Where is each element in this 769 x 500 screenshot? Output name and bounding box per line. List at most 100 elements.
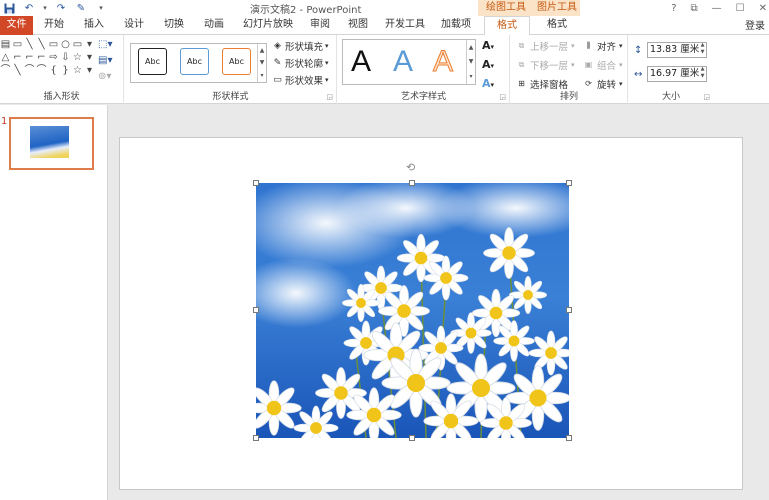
wordart-preset-black[interactable]: A (351, 44, 371, 80)
shape-style-preset-1[interactable]: Abc (138, 48, 167, 75)
resize-handle-bottom[interactable] (409, 435, 415, 441)
oval-shape-icon[interactable]: ○ (60, 39, 71, 51)
wordart-preset-orange[interactable]: A (432, 44, 453, 80)
window-controls: ? ⧉ — ☐ ✕ (671, 0, 767, 16)
resize-handle-bottom-right[interactable] (566, 435, 572, 441)
gallery-more-icon[interactable]: ▾ (469, 73, 472, 80)
group-button[interactable]: ▣ 组合 ▾ (583, 58, 623, 72)
textbox-icon[interactable]: ▤▾ (98, 55, 112, 66)
rect-shape-icon[interactable]: ▭ (12, 39, 23, 51)
gallery-more-icon[interactable]: ▾ (260, 72, 263, 79)
line-shape-icon[interactable]: ╲ (24, 39, 35, 51)
freeform-shape-icon[interactable]: ╲ (12, 65, 23, 77)
text-outline-icon[interactable]: A▾ (482, 58, 494, 71)
rounded-rect-shape-icon[interactable]: ▭ (72, 39, 83, 51)
shape-fill-button[interactable]: ◈ 形状填充 ▾ (272, 39, 329, 54)
chevron-down-icon: ▾ (325, 59, 329, 67)
arrow-line-shape-icon[interactable]: ╲ (36, 39, 47, 51)
pen-icon[interactable]: ✎ (74, 1, 88, 15)
triangle-shape-icon[interactable]: △ (0, 52, 11, 64)
chevron-down-icon: ▾ (325, 42, 329, 50)
send-backward-button[interactable]: ⧉ 下移一层 ▾ (516, 58, 575, 72)
chevron-up-icon[interactable]: ▲ (698, 42, 707, 49)
chevron-up-icon[interactable]: ▲ (698, 66, 707, 73)
undo-dropdown-icon[interactable]: ▾ (42, 1, 48, 15)
wave-shape-icon[interactable]: ⌒ (36, 65, 47, 77)
rotate-handle-icon[interactable]: ⟲ (406, 161, 415, 174)
tab-addins[interactable]: 加载项 (436, 16, 476, 35)
chevron-down-icon[interactable]: ▼ (698, 49, 707, 56)
ribbon-display-icon[interactable]: ⧉ (691, 3, 698, 14)
resize-handle-top[interactable] (409, 180, 415, 186)
dialog-launcher-icon[interactable]: ◲ (499, 93, 506, 101)
tab-format-picture[interactable]: 格式 (534, 16, 580, 35)
elbow-arrow-shape-icon[interactable]: ⌐ (24, 52, 35, 64)
customize-icon[interactable]: ▾ (94, 1, 108, 15)
daisy-picture[interactable] (256, 183, 569, 438)
arc-shape-icon[interactable]: ⌒ (24, 65, 35, 77)
tab-animations[interactable]: 动画 (196, 16, 232, 35)
save-icon[interactable] (2, 1, 16, 15)
textbox-shape-icon[interactable]: ▤ (0, 39, 11, 51)
height-spinner[interactable]: ▲ ▼ (698, 42, 707, 56)
resize-handle-bottom-left[interactable] (253, 435, 259, 441)
connector-shape-icon[interactable]: ⌐ (36, 52, 47, 64)
dialog-launcher-icon[interactable]: ◲ (703, 93, 710, 101)
right-arrow-shape-icon[interactable]: ⇨ (48, 52, 59, 64)
curve-shape-icon[interactable]: ⌒ (0, 65, 11, 77)
right-brace-shape-icon[interactable]: } (60, 65, 71, 77)
text-fill-icon[interactable]: A▾ (482, 39, 494, 52)
tab-home[interactable]: 开始 (36, 16, 72, 35)
shapes-more-icon[interactable]: ▾ (84, 65, 95, 77)
wordart-scroll[interactable]: ▲ ▼ ▾ (466, 40, 475, 84)
align-button[interactable]: ⫼ 对齐 ▾ (583, 39, 623, 53)
resize-handle-top-right[interactable] (566, 180, 572, 186)
tab-review[interactable]: 审阅 (302, 16, 338, 35)
shape-effects-button[interactable]: ▭ 形状效果 ▾ (272, 73, 328, 88)
login-link[interactable]: 登录 (745, 17, 765, 32)
merge-shapes-icon[interactable]: ⊚▾ (98, 71, 112, 82)
chevron-down-icon[interactable]: ▼ (260, 59, 265, 66)
size-label: 大小 (661, 92, 680, 102)
shapes-scroll-down-icon[interactable]: ▾ (84, 52, 95, 64)
dialog-launcher-icon[interactable]: ◲ (326, 93, 333, 101)
close-icon[interactable]: ✕ (759, 3, 767, 14)
tab-format-drawing[interactable]: 格式 (484, 16, 530, 36)
tab-file[interactable]: 文件 (0, 16, 33, 35)
redo-icon[interactable]: ↷ (54, 1, 68, 15)
slide-thumbnail[interactable] (9, 117, 94, 170)
star-outline-shape-icon[interactable]: ☆ (72, 65, 83, 77)
resize-handle-right[interactable] (566, 307, 572, 313)
slide[interactable]: ⟲ (119, 137, 743, 490)
width-spinner[interactable]: ▲ ▼ (698, 66, 707, 80)
tab-view[interactable]: 视图 (340, 16, 376, 35)
left-brace-shape-icon[interactable]: { (48, 65, 59, 77)
edit-shape-icon[interactable]: ⬚▾ (98, 39, 112, 50)
chevron-up-icon[interactable]: ▲ (469, 44, 474, 51)
maximize-icon[interactable]: ☐ (736, 3, 745, 14)
undo-icon[interactable]: ↶ (22, 1, 36, 15)
tab-insert[interactable]: 插入 (76, 16, 112, 35)
star-shape-icon[interactable]: ☆ (72, 52, 83, 64)
wordart-preset-blue[interactable]: A (393, 44, 413, 80)
rectangle-shape-icon[interactable]: ▭ (48, 39, 59, 51)
help-icon[interactable]: ? (671, 3, 676, 14)
chevron-down-icon[interactable]: ▼ (469, 58, 474, 65)
shape-outline-button[interactable]: ✎ 形状轮廓 ▾ (272, 56, 329, 71)
tab-slideshow[interactable]: 幻灯片放映 (238, 16, 298, 35)
chevron-up-icon[interactable]: ▲ (260, 47, 265, 54)
shape-style-preset-3[interactable]: Abc (222, 48, 251, 75)
shape-styles-scroll[interactable]: ▲ ▼ ▾ (257, 44, 266, 82)
chevron-down-icon[interactable]: ▼ (698, 73, 707, 80)
tab-design[interactable]: 设计 (116, 16, 152, 35)
elbow-connector-shape-icon[interactable]: ⌐ (12, 52, 23, 64)
resize-handle-left[interactable] (253, 307, 259, 313)
down-arrow-shape-icon[interactable]: ⇩ (60, 52, 71, 64)
minimize-icon[interactable]: — (712, 3, 722, 14)
shapes-scroll-up-icon[interactable]: ▾ (84, 39, 95, 51)
bring-forward-button[interactable]: ⧉ 上移一层 ▾ (516, 39, 575, 53)
resize-handle-top-left[interactable] (253, 180, 259, 186)
tab-developer[interactable]: 开发工具 (380, 16, 430, 35)
tab-transitions[interactable]: 切换 (156, 16, 192, 35)
shape-style-preset-2[interactable]: Abc (180, 48, 209, 75)
